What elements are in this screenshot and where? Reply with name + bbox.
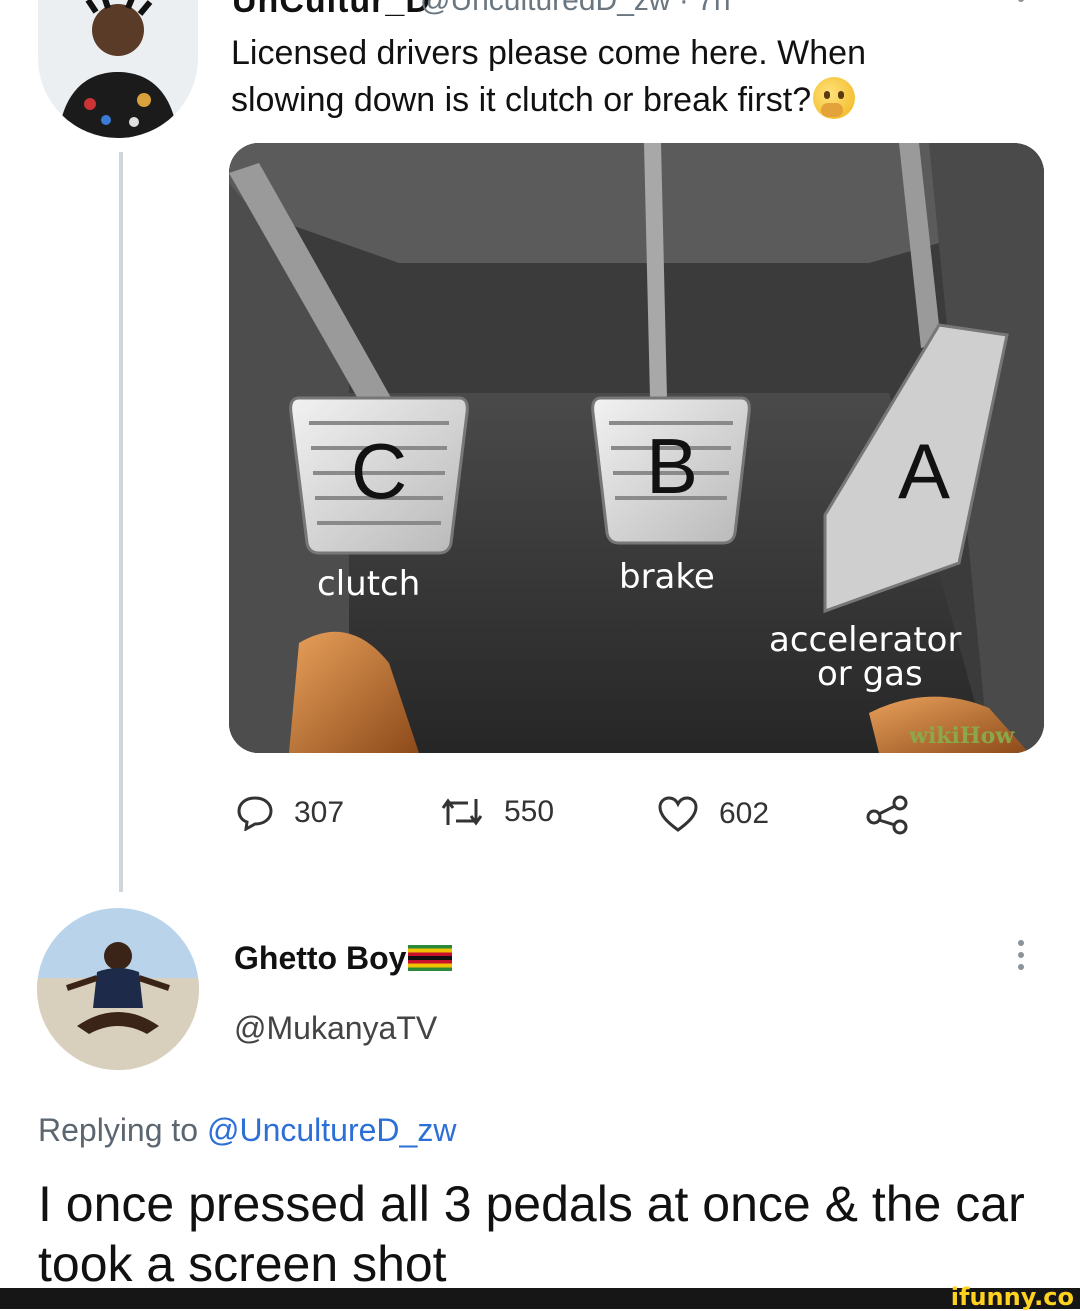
pedal-letter-a: A bbox=[898, 427, 950, 515]
label-or-gas: or gas bbox=[817, 654, 923, 694]
label-clutch: clutch bbox=[317, 564, 420, 604]
ifunny-watermark: ifunny.co bbox=[950, 1283, 1074, 1311]
avatar-original-poster[interactable] bbox=[38, 0, 198, 138]
reply-count: 307 bbox=[294, 796, 345, 829]
original-tweet-text: Licensed drivers please come here. When … bbox=[231, 34, 866, 119]
more-icon[interactable] bbox=[1018, 0, 1024, 8]
share-icon bbox=[866, 795, 908, 835]
pedal-letter-c: C bbox=[351, 427, 407, 515]
reply-display-name[interactable]: Ghetto Boy bbox=[234, 940, 453, 977]
like-icon bbox=[658, 796, 698, 832]
zimbabwe-flag-icon bbox=[408, 945, 453, 971]
reply-icon bbox=[237, 796, 273, 831]
replying-to-prefix: Replying to bbox=[38, 1112, 199, 1148]
thinking-face-icon bbox=[813, 77, 856, 119]
like-count: 602 bbox=[719, 797, 770, 830]
share-action[interactable] bbox=[866, 795, 910, 835]
tweet-media-image[interactable]: C B A clutch brake accelerator or gas wi… bbox=[229, 143, 1044, 753]
replying-to-line: Replying to @UncultureD_zw bbox=[38, 1112, 456, 1149]
like-action[interactable]: 602 bbox=[657, 795, 769, 833]
pedal-letter-b: B bbox=[646, 422, 698, 510]
wikihow-watermark: wikiHow bbox=[908, 723, 1015, 749]
original-display-name[interactable]: UnCultur_D bbox=[232, 0, 431, 21]
footer-bar bbox=[0, 1288, 1080, 1309]
reply-action[interactable]: 307 bbox=[236, 795, 344, 831]
original-handle-time[interactable]: @UnculturedD_zw · 7h bbox=[420, 0, 731, 18]
label-brake: brake bbox=[619, 557, 715, 597]
retweet-count: 550 bbox=[504, 795, 555, 828]
reply-tweet-text: I once pressed all 3 pedals at once & th… bbox=[38, 1176, 1025, 1292]
reply-handle[interactable]: @MukanyaTV bbox=[234, 1010, 437, 1047]
avatar-reply-user[interactable] bbox=[37, 908, 199, 1070]
thread-connector-line bbox=[119, 152, 123, 892]
more-icon-reply[interactable] bbox=[1018, 940, 1024, 976]
retweet-action[interactable]: 550 bbox=[440, 795, 554, 829]
replying-to-mention[interactable]: @UncultureD_zw bbox=[207, 1112, 456, 1148]
retweet-icon bbox=[441, 798, 483, 826]
